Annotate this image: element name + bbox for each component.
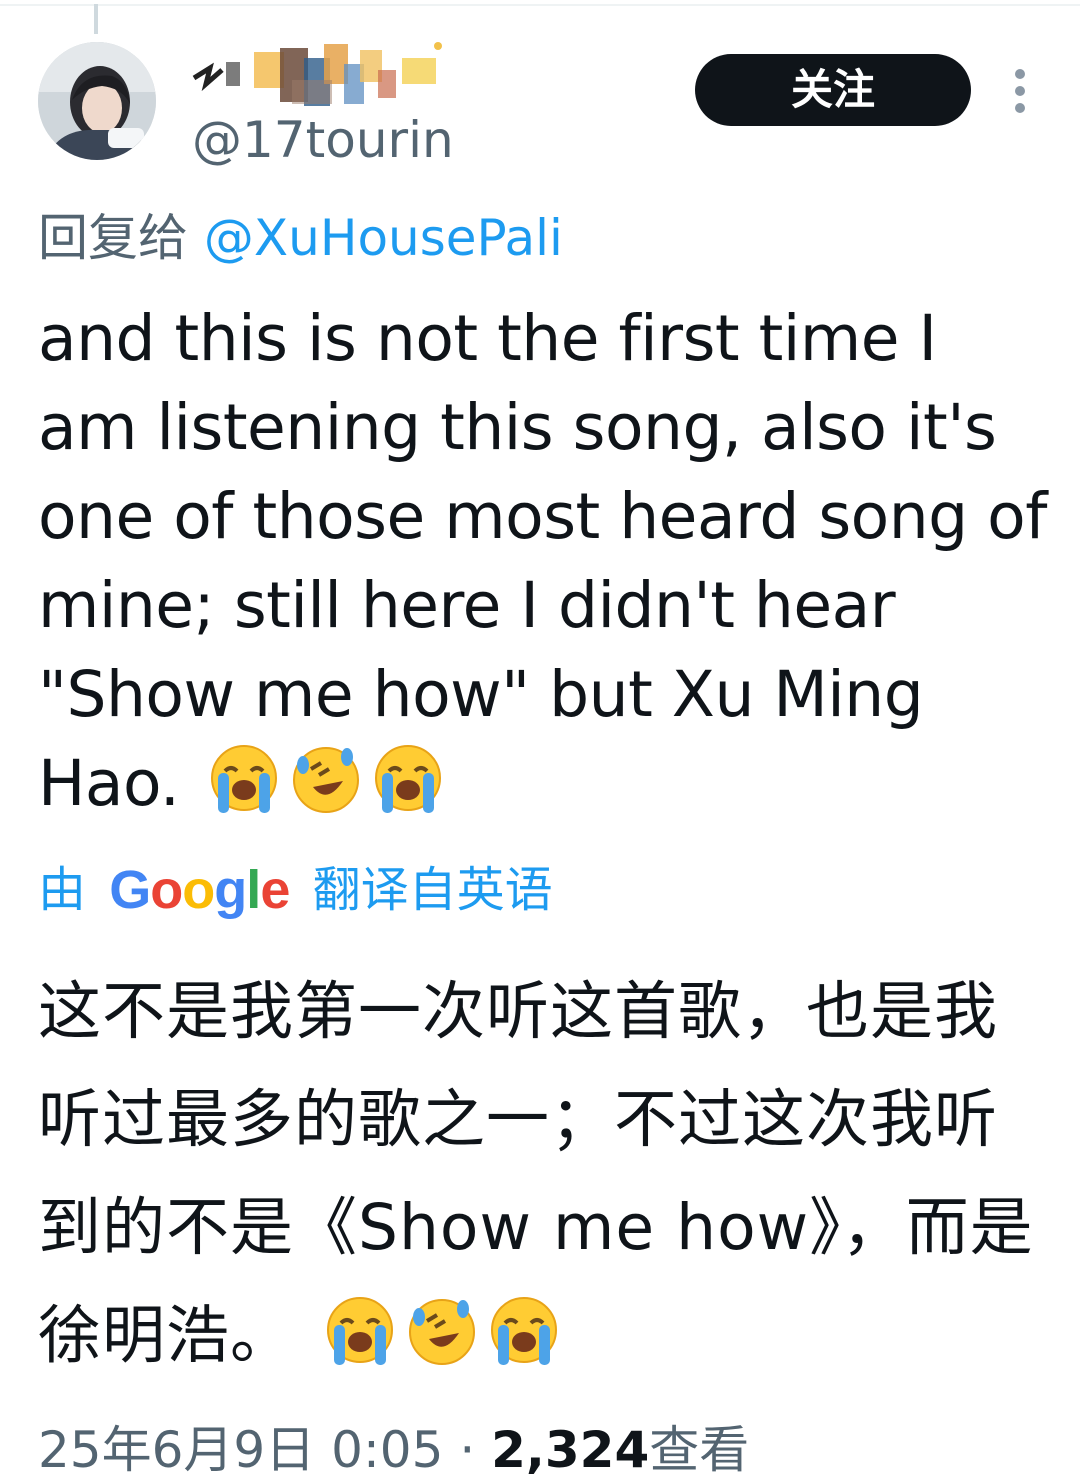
loudly-crying-face-icon (487, 1294, 561, 1402)
tweet-text: and this is not the first time I am list… (38, 294, 1048, 840)
loudly-crying-face-icon (371, 743, 445, 840)
follow-button[interactable]: 关注 (695, 54, 971, 126)
meta-separator: · (443, 1421, 492, 1479)
avatar-photo (38, 42, 156, 160)
views-count: 2,324 (491, 1421, 650, 1479)
rolling-on-the-floor-laughing-icon (289, 743, 363, 840)
reply-to-handle[interactable]: @XuHousePali (204, 209, 563, 267)
more-options-icon[interactable] (1004, 66, 1036, 116)
loudly-crying-face-icon (323, 1294, 397, 1402)
tweet-body: and this is not the first time I am list… (38, 302, 1047, 820)
tweet-meta: 25年6月9日 0:05 · 2,324查看 (38, 1418, 749, 1482)
display-name-redacted[interactable] (192, 40, 452, 114)
translated-by-google[interactable]: 由 Google 翻译自英语 (38, 858, 553, 922)
user-handle[interactable]: @17tourin (192, 108, 454, 172)
redacted-name-image (192, 42, 442, 106)
thread-line (94, 4, 98, 34)
views-label: 查看 (649, 1421, 750, 1479)
translation-prefix: 由 (38, 862, 87, 918)
translated-text: 这不是我第一次听这首歌，也是我听过最多的歌之一；不过这次我听到的不是《Show … (38, 958, 1048, 1402)
loudly-crying-face-icon (207, 743, 281, 840)
translation-suffix: 翻译自英语 (312, 862, 553, 918)
top-divider (0, 4, 1080, 6)
reply-context: 回复给 @XuHousePali (38, 206, 563, 270)
avatar[interactable] (38, 42, 156, 160)
google-logo: Google (109, 860, 290, 920)
timestamp[interactable]: 25年6月9日 0:05 (38, 1421, 443, 1479)
reply-prefix: 回复给 (38, 209, 188, 267)
rolling-on-the-floor-laughing-icon (405, 1294, 479, 1402)
